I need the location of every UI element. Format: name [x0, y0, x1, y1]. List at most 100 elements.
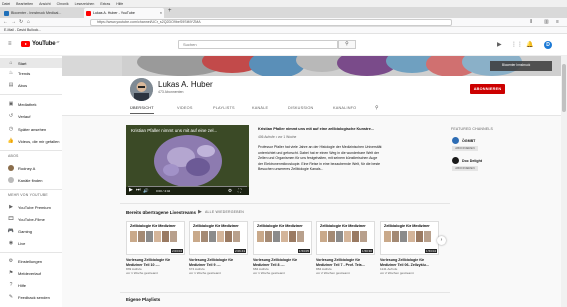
sidebar-item-liked[interactable]: 👍 Videos, die mir gefallen	[0, 136, 62, 146]
sidebar-item-premium[interactable]: ▶ YouTube Premium	[0, 202, 62, 212]
sidebar-item-filme[interactable]: 🎞 YouTube-Filme	[0, 214, 62, 224]
sidebar-item-abos[interactable]: ▤ Abos	[0, 80, 62, 90]
subscribe-button[interactable]: ABONNIEREN	[470, 84, 505, 94]
sidebar-item-spaeter[interactable]: ◷ Später ansehen	[0, 124, 62, 134]
sidebar-item-trends[interactable]: ♨ Trends	[0, 68, 62, 78]
subscriber-count: 473 Abonnenten	[158, 90, 184, 94]
search-button[interactable]: ⚲	[338, 40, 356, 49]
browser-tab-biocenter[interactable]: Biocenter - Innsbruck Medical...	[2, 8, 82, 18]
channel-search-icon[interactable]: ⚲	[375, 103, 379, 114]
youtube-logo[interactable]: YouTube AT	[21, 40, 60, 47]
featured-video-meta: 406 Aufrufe • vor 1 Woche	[258, 135, 297, 139]
video-thumbnail[interactable]: Zellbiologie für Mediziner 1:50:30	[316, 221, 375, 255]
scrollbar-thumb[interactable]	[562, 64, 566, 112]
play-all-icon[interactable]: ▶	[198, 209, 202, 215]
menu-datei[interactable]: Datei	[2, 2, 10, 6]
video-card[interactable]: Zellbiologie für Mediziner 1:53:05 Vorle…	[253, 221, 312, 276]
sidebar: ⌂ Start ♨ Trends ▤ Abos ▣ Mediathek ↺ Ve…	[0, 56, 62, 307]
menu-chronik[interactable]: Chronik	[57, 2, 69, 6]
video-thumbnail[interactable]: Zellbiologie für Mediziner 2:03:04	[126, 221, 185, 255]
browser-tab-youtube[interactable]: Lukas A. Huber - YouTube ×	[84, 8, 164, 18]
add-channel-icon	[8, 177, 14, 183]
apps-icon[interactable]: ⋮⋮	[511, 41, 523, 48]
notifications-icon[interactable]: 🔔	[526, 41, 533, 48]
next-icon[interactable]: ⏭	[136, 187, 141, 193]
library-icon: ▣	[8, 101, 14, 107]
sidebar-section-more: MEHR VON YOUTUBE	[8, 193, 48, 197]
hamburger-menu-icon[interactable]: ≡	[8, 41, 12, 47]
sidebar-item-einstellungen[interactable]: ⚙ Einstellungen	[0, 256, 62, 266]
forward-icon[interactable]: →	[11, 19, 16, 25]
play-icon[interactable]: ▶	[129, 187, 133, 193]
sidebar-item-label: Trends	[18, 70, 31, 76]
address-bar[interactable]: https://www.youtube.com/channel/UCr_s2Q2…	[90, 19, 452, 26]
video-card[interactable]: Zellbiologie für Mediziner 1:50:30 Vorle…	[316, 221, 375, 276]
video-thumbnail[interactable]: Zellbiologie für Mediziner 2:06:43	[189, 221, 248, 255]
sidebar-item-rodney[interactable]: Rodney A	[0, 163, 62, 173]
menu-bearbeiten[interactable]: Bearbeiten	[16, 2, 33, 6]
video-title[interactable]: Vorlesung Zellbiologie für Mediziner Tei…	[380, 258, 439, 267]
library-browser-icon[interactable]: ⫴	[530, 19, 532, 25]
sidebar-item-mediathek[interactable]: ▣ Mediathek	[0, 99, 62, 109]
video-card[interactable]: Zellbiologie für Mediziner 2:03:04 Vorle…	[126, 221, 185, 276]
user-avatar[interactable]: D	[544, 41, 552, 49]
featured-video-title[interactable]: Kristian Pfaller nimmt uns mit auf eine …	[258, 127, 388, 131]
create-video-icon[interactable]: ▶	[497, 41, 502, 48]
tab-playlists[interactable]: PLAYLISTS	[213, 103, 235, 114]
video-card[interactable]: Zellbiologie für Mediziner 1:53:04 Vorle…	[380, 221, 439, 276]
sidebar-item-start[interactable]: ⌂ Start	[0, 58, 62, 68]
bookmark-email[interactable]: E-Mail - David Bullock...	[4, 28, 41, 32]
tab-diskussion[interactable]: DISKUSSION	[288, 103, 313, 114]
video-card[interactable]: Zellbiologie für Mediziner 2:06:43 Vorle…	[189, 221, 248, 276]
sidebar-browser-icon[interactable]: ▥	[544, 19, 549, 25]
video-title[interactable]: Vorlesung Zellbiologie für Mediziner Tei…	[316, 258, 375, 267]
browser-menu-icon[interactable]: ≡	[556, 19, 559, 25]
carousel-next-button[interactable]: ›	[437, 236, 446, 245]
sidebar-item-label: Feedback senden	[18, 294, 50, 300]
fullscreen-icon[interactable]: ⛶	[238, 188, 241, 193]
sidebar-item-kanaele-finden[interactable]: Kanäle finden	[0, 175, 62, 185]
tab-kanaele[interactable]: KANÄLE	[252, 103, 268, 114]
menu-extras[interactable]: Extras	[100, 2, 110, 6]
playlists-header[interactable]: Eigene Playlists	[126, 297, 160, 302]
sidebar-item-hilfe[interactable]: ? Hilfe	[0, 280, 62, 290]
menu-lesezeichen[interactable]: Lesezeichen	[75, 2, 95, 6]
tab-uebersicht[interactable]: ÜBERSICHT	[130, 103, 154, 114]
featured-channel-oegmbt[interactable]: ÖGMBT	[452, 137, 475, 144]
play-all-button[interactable]: ALLE WIEDERGEBEN	[205, 210, 244, 214]
channel-avatar[interactable]	[130, 78, 153, 101]
featured-channel-name: ÖGMBT	[462, 138, 476, 143]
video-title[interactable]: Vorlesung Zellbiologie für Mediziner Tei…	[253, 258, 312, 267]
menu-ansicht[interactable]: Ansicht	[39, 2, 50, 6]
video-title[interactable]: Vorlesung Zellbiologie für Mediziner Tei…	[126, 258, 185, 267]
live-icon: ◉	[8, 240, 14, 246]
featured-channels-header: FEATURED CHANNELS	[451, 127, 494, 131]
menu-hilfe[interactable]: Hilfe	[116, 2, 123, 6]
new-tab-icon[interactable]: +	[168, 8, 172, 14]
home-browser-icon[interactable]: ⌂	[27, 19, 30, 25]
tab-close-icon[interactable]: ×	[160, 11, 162, 15]
settings-gear-icon[interactable]: ⚙	[228, 188, 232, 194]
featured-channel-doc-delight[interactable]: Doc Delight	[452, 157, 482, 164]
featured-subscribe-button[interactable]: ABONNIEREN	[452, 166, 478, 171]
sidebar-item-meldeverlauf[interactable]: ⚑ Meldeverlauf	[0, 268, 62, 278]
sidebar-item-live[interactable]: ◉ Live	[0, 238, 62, 248]
sidebar-item-verlauf[interactable]: ↺ Verlauf	[0, 111, 62, 121]
reload-icon[interactable]: ↻	[19, 19, 23, 25]
volume-icon[interactable]: 🔊	[143, 188, 149, 194]
sidebar-item-gaming[interactable]: 🎮 Gaming	[0, 226, 62, 236]
livestreams-header[interactable]: Bereits übertragene Livestreams	[126, 210, 196, 215]
back-icon[interactable]: ←	[3, 19, 8, 25]
video-player[interactable]: Kristian Pfaller nimmt uns mit auf eine …	[126, 125, 249, 195]
bookmarks-bar: E-Mail - David Bullock...	[0, 27, 567, 34]
video-duration: 2:06:43	[233, 249, 246, 253]
featured-subscribe-button[interactable]: ABONNIEREN	[452, 146, 478, 151]
video-title[interactable]: Vorlesung Zellbiologie für Mediziner Tei…	[189, 258, 248, 267]
tab-videos[interactable]: VIDEOS	[177, 103, 193, 114]
thumbnail-title: Zellbiologie für Mediziner	[320, 224, 366, 228]
search-input[interactable]: Suchen	[178, 40, 338, 49]
video-thumbnail[interactable]: Zellbiologie für Mediziner 1:53:05	[253, 221, 312, 255]
sidebar-item-feedback[interactable]: ✎ Feedback senden	[0, 292, 62, 302]
tab-kanalinfo[interactable]: KANALINFO	[333, 103, 356, 114]
video-thumbnail[interactable]: Zellbiologie für Mediziner 1:53:04	[380, 221, 439, 255]
